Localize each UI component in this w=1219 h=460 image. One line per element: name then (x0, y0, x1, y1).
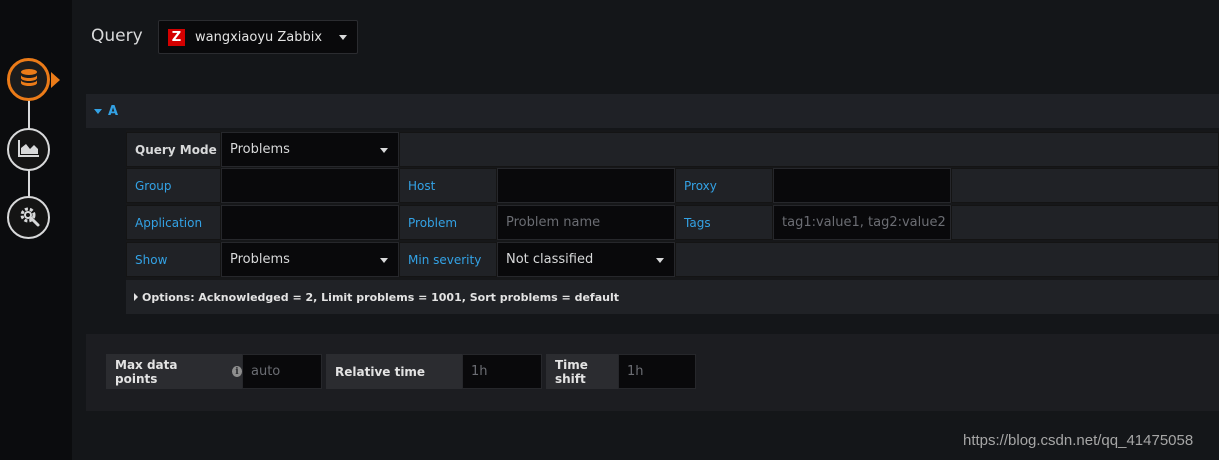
caret-right-icon (134, 293, 138, 301)
relative-time-label: Relative time (326, 354, 462, 389)
row-filler (951, 205, 1219, 240)
show-select[interactable]: Problems (221, 242, 399, 277)
problem-label: Problem (399, 205, 497, 240)
query-editor-panel: Query Z wangxiaoyu Zabbix A Query Mode P… (72, 0, 1219, 460)
show-label: Show (126, 242, 221, 277)
max-data-points-input[interactable]: auto (242, 354, 322, 389)
collapse-caret-icon[interactable] (94, 108, 102, 114)
application-problem-tags-row: Application Problem Problem name Tags ta… (126, 205, 1219, 240)
group-label: Group (126, 168, 221, 203)
show-severity-row: Show Problems Min severity Not classifie… (126, 242, 1219, 277)
database-icon (18, 67, 40, 93)
min-severity-value: Not classified (506, 252, 594, 267)
query-mode-select[interactable]: Problems (221, 132, 399, 167)
info-icon[interactable]: i (231, 366, 242, 377)
query-title: Query (91, 26, 143, 46)
problem-placeholder: Problem name (506, 215, 601, 230)
query-options-area: Max data points i auto Relative time 1h … (86, 334, 1219, 411)
host-label: Host (399, 168, 497, 203)
tags-placeholder: tag1:value1, tag2:value2 (782, 215, 946, 230)
active-pointer-icon (51, 72, 60, 88)
proxy-label: Proxy (675, 168, 773, 203)
max-data-points-group: Max data points i auto (106, 354, 322, 389)
row-filler (675, 242, 1219, 277)
group-host-proxy-row: Group Host Proxy (126, 168, 1219, 203)
row-filler (399, 132, 1219, 167)
query-row-header[interactable]: A (86, 94, 1219, 128)
max-data-points-placeholder: auto (251, 364, 281, 379)
rail-visualization-button[interactable] (7, 128, 50, 171)
row-filler (951, 168, 1219, 203)
time-shift-group: Time shift 1h (546, 354, 696, 389)
zabbix-logo-icon: Z (168, 28, 185, 46)
settings-icon (17, 204, 41, 232)
time-shift-label: Time shift (546, 354, 618, 389)
chevron-down-icon (656, 258, 664, 263)
min-severity-select[interactable]: Not classified (497, 242, 675, 277)
time-shift-input[interactable]: 1h (618, 354, 696, 389)
group-input[interactable] (221, 168, 399, 203)
chevron-down-icon (380, 148, 388, 153)
zabbix-query-editor: Query Mode Problems Group Host Proxy App (126, 130, 1219, 314)
watermark-text: https://blog.csdn.net/qq_41475058 (963, 432, 1194, 449)
query-mode-label: Query Mode (126, 132, 221, 167)
chevron-down-icon (339, 35, 347, 40)
relative-time-placeholder: 1h (471, 364, 488, 379)
host-input[interactable] (497, 168, 675, 203)
tags-label: Tags (675, 205, 773, 240)
query-mode-value: Problems (230, 142, 290, 157)
problem-input[interactable]: Problem name (497, 205, 675, 240)
datasource-picker[interactable]: Z wangxiaoyu Zabbix (158, 20, 358, 54)
editor-rail (0, 0, 72, 460)
datasource-name: wangxiaoyu Zabbix (195, 29, 323, 45)
time-shift-placeholder: 1h (627, 364, 644, 379)
rail-general-button[interactable] (7, 196, 50, 239)
rail-queries-button[interactable] (7, 58, 50, 101)
max-data-points-text: Max data points (115, 357, 178, 386)
query-row-label: A (108, 103, 119, 119)
relative-time-input[interactable]: 1h (462, 354, 542, 389)
show-value: Problems (230, 252, 290, 267)
application-label: Application (126, 205, 221, 240)
relative-time-group: Relative time 1h (326, 354, 542, 389)
max-data-points-label: Max data points i (106, 354, 242, 389)
query-mode-row: Query Mode Problems (126, 132, 1219, 167)
options-toggle[interactable]: Options: Acknowledged = 2, Limit problem… (126, 280, 1219, 314)
chevron-down-icon (380, 258, 388, 263)
options-summary: Options: Acknowledged = 2, Limit problem… (142, 290, 619, 304)
proxy-input[interactable] (773, 168, 951, 203)
app-root: Query Z wangxiaoyu Zabbix A Query Mode P… (0, 0, 1219, 460)
min-severity-label: Min severity (399, 242, 497, 277)
tags-input[interactable]: tag1:value1, tag2:value2 (773, 205, 951, 240)
chart-icon (17, 138, 41, 162)
application-input[interactable] (221, 205, 399, 240)
